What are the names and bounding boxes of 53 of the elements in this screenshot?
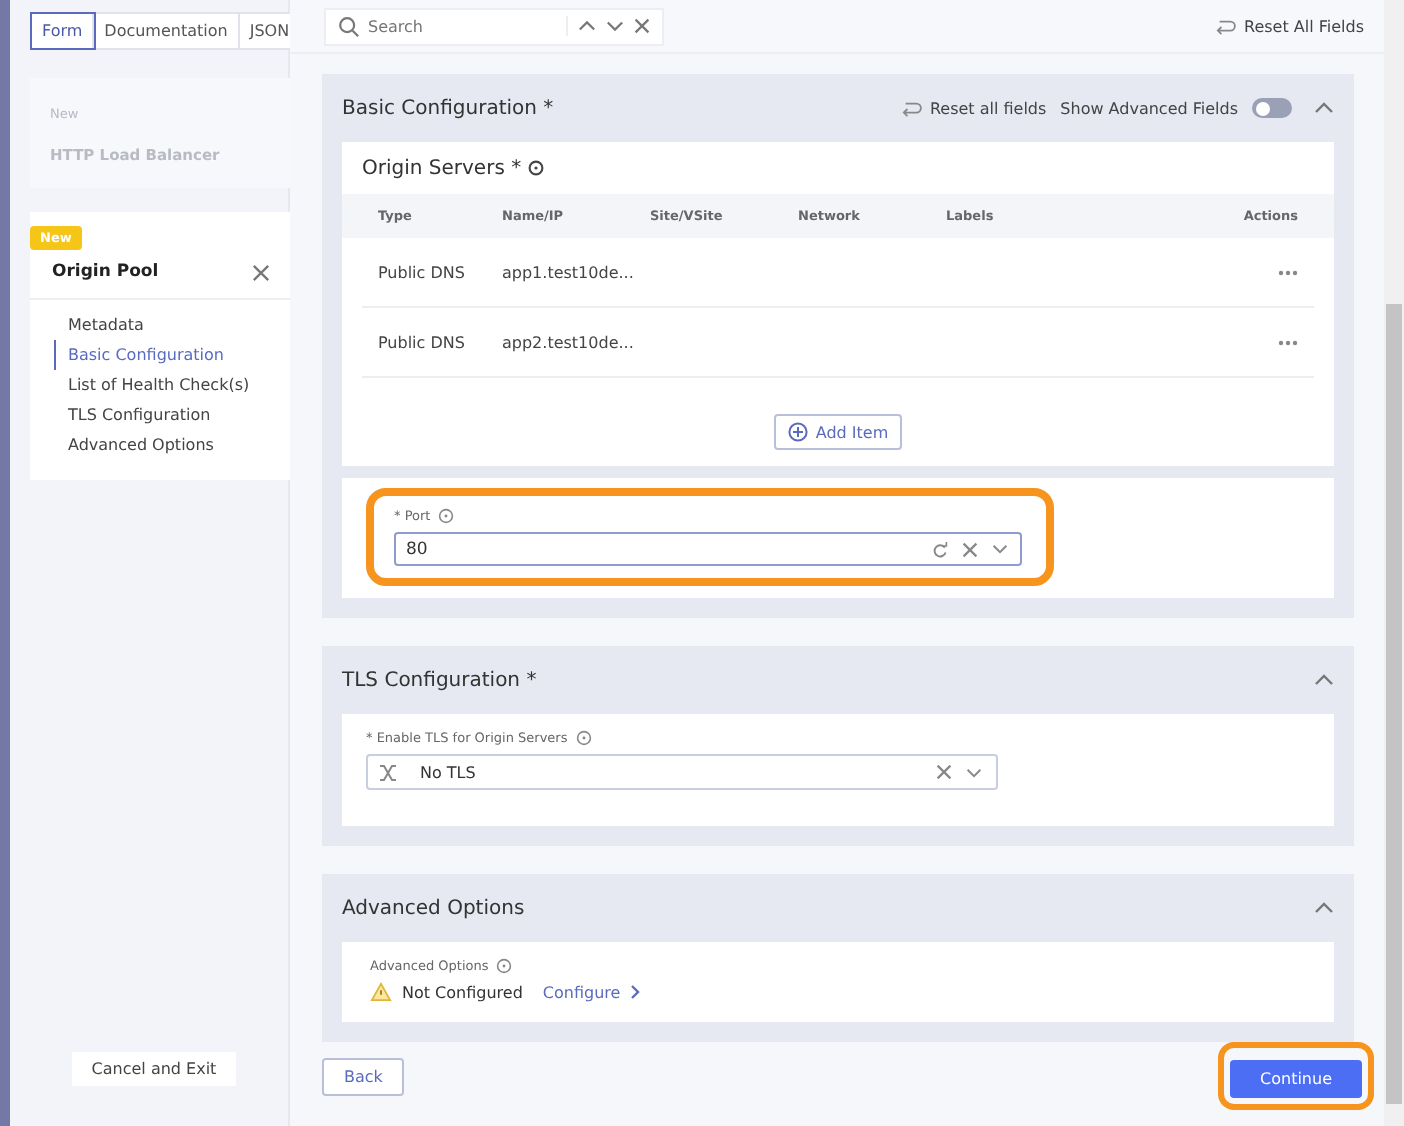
- continue-button[interactable]: Continue: [1230, 1060, 1362, 1098]
- chevron-down-icon[interactable]: [966, 767, 982, 777]
- more-icon[interactable]: [1278, 269, 1298, 275]
- undo-icon: [899, 99, 922, 117]
- tls-select[interactable]: No TLS: [366, 754, 998, 790]
- table-cell-text: Public DNS: [378, 263, 467, 281]
- nav-item[interactable]: TLS Configuration: [54, 400, 290, 430]
- reset-all-fields-button[interactable]: Reset All Fields: [1214, 17, 1364, 35]
- undo-icon: [1214, 17, 1237, 35]
- chevron-right-icon[interactable]: [630, 984, 641, 1000]
- card-title: Origin Servers *: [362, 157, 522, 179]
- table-cell-text: Public DNS: [378, 333, 467, 351]
- view-tab[interactable]: Documentation: [94, 14, 240, 48]
- plus-circle-icon: [787, 422, 808, 442]
- shuffle-icon: [378, 763, 398, 781]
- search-icon: [338, 15, 360, 37]
- nav-item[interactable]: List of Health Check(s): [54, 370, 290, 400]
- back-button[interactable]: Back: [322, 1057, 405, 1095]
- table-cell: app1.test10de...: [502, 263, 634, 281]
- reset-fields-link[interactable]: Reset all fields: [899, 99, 1047, 117]
- section-title: Advanced Options: [342, 897, 525, 919]
- scrollbar[interactable]: [1384, 0, 1404, 1126]
- close-icon[interactable]: [252, 263, 270, 281]
- add-item-button[interactable]: Add Item: [773, 414, 903, 450]
- section-title: TLS Configuration *: [342, 669, 537, 691]
- cancel-button[interactable]: Cancel and Exit: [71, 1052, 237, 1086]
- status-text: Not Configured: [402, 983, 523, 1001]
- current-title: Origin Pool: [52, 262, 159, 282]
- toggle-label: Show Advanced Fields: [1060, 99, 1238, 117]
- nav-item[interactable]: Advanced Options: [54, 430, 290, 460]
- clear-icon[interactable]: [936, 764, 952, 780]
- table-cell: app2.test10de...: [502, 333, 634, 351]
- close-icon[interactable]: [634, 18, 650, 34]
- more-icon[interactable]: [1278, 339, 1298, 345]
- collapse-icon[interactable]: [1314, 102, 1334, 114]
- warning-icon: [370, 982, 392, 1002]
- configure-link[interactable]: Configure: [542, 983, 621, 1001]
- nav-item[interactable]: Metadata: [54, 310, 290, 340]
- collapse-icon[interactable]: [1314, 674, 1334, 686]
- clear-icon[interactable]: [962, 541, 978, 557]
- chevron-down-icon[interactable]: [606, 20, 624, 32]
- chevron-down-icon[interactable]: [992, 544, 1008, 554]
- nav-item[interactable]: Basic Configuration: [54, 340, 290, 370]
- search-field[interactable]: Search: [324, 7, 664, 45]
- section-title: Basic Configuration *: [342, 97, 554, 119]
- port-field[interactable]: 80: [394, 532, 1022, 566]
- help-icon[interactable]: [527, 160, 544, 176]
- refresh-icon[interactable]: [932, 541, 948, 557]
- collapse-icon[interactable]: [1314, 902, 1334, 914]
- view-tab[interactable]: JSON: [239, 14, 300, 48]
- advanced-fields-toggle[interactable]: [1252, 98, 1292, 118]
- view-tab[interactable]: Form: [32, 14, 95, 48]
- chevron-up-icon[interactable]: [578, 20, 596, 32]
